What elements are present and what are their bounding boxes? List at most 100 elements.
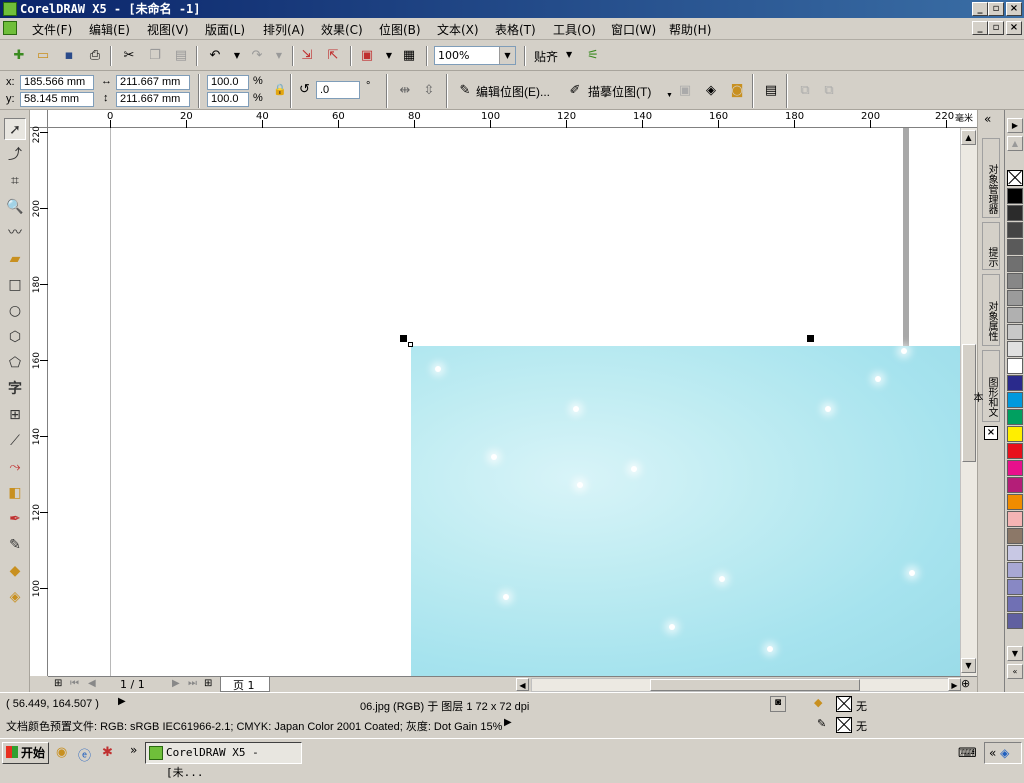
scroll-up-icon[interactable]: ▲ bbox=[961, 130, 976, 145]
horizontal-scroll-thumb[interactable] bbox=[650, 679, 860, 691]
color-swatch[interactable] bbox=[1007, 579, 1023, 595]
lock-ratio-icon[interactable]: 🔒 bbox=[273, 83, 287, 96]
width-field[interactable]: 211.667 mm bbox=[116, 75, 190, 90]
horizontal-scrollbar[interactable] bbox=[531, 678, 949, 692]
bitmap-image[interactable] bbox=[411, 346, 960, 676]
color-swatch[interactable] bbox=[1007, 392, 1023, 408]
menu-bitmaps[interactable]: 位图(B) bbox=[379, 21, 421, 38]
docker-tab-object-manager[interactable]: 对象管理器 bbox=[982, 138, 1000, 218]
docker-tab-hints[interactable]: 提示 bbox=[982, 222, 1000, 270]
dimension-tool-icon[interactable]: ⟋ bbox=[4, 430, 26, 452]
table-tool-icon[interactable]: ⊞ bbox=[4, 404, 26, 426]
rectangle-tool-icon[interactable]: □ bbox=[4, 274, 26, 296]
mirror-vertical-icon[interactable]: ⇳ bbox=[418, 80, 440, 102]
interactive-fill-tool-icon[interactable]: ◈ bbox=[4, 586, 26, 608]
x-position-field[interactable]: 185.566 mm bbox=[20, 75, 94, 90]
docker-close-icon[interactable]: × bbox=[984, 426, 998, 440]
docker-tab-graphics-text[interactable]: 图形和文本 bbox=[971, 350, 1000, 422]
page-tab[interactable]: 页 1 bbox=[220, 677, 270, 692]
wrap-text-icon[interactable]: ▤ bbox=[760, 80, 782, 102]
polygon-tool-icon[interactable]: ⬡ bbox=[4, 326, 26, 348]
palette-menu-icon[interactable]: ▶ bbox=[1007, 118, 1023, 133]
redo-icon[interactable]: ↷ bbox=[246, 45, 268, 67]
next-page-icon[interactable]: ▶ bbox=[172, 678, 180, 689]
color-swatch[interactable] bbox=[1007, 222, 1023, 238]
selection-handle-top-middle[interactable] bbox=[807, 335, 814, 342]
zoom-level-select[interactable]: 100% ▼ bbox=[434, 46, 516, 65]
redo-dropdown-icon[interactable]: ▼ bbox=[268, 45, 290, 67]
menu-table[interactable]: 表格(T) bbox=[495, 21, 536, 38]
shape-tool-icon[interactable]: ⤴ bbox=[4, 144, 26, 166]
snap-to-label[interactable]: 贴齐 bbox=[534, 48, 558, 65]
crop-tool-icon[interactable]: ⌗ bbox=[4, 170, 26, 192]
color-swatch[interactable] bbox=[1007, 409, 1023, 425]
fill-none-swatch[interactable] bbox=[836, 696, 852, 712]
color-swatch[interactable] bbox=[1007, 596, 1023, 612]
resample-icon[interactable]: ◈ bbox=[700, 80, 722, 102]
color-swatch[interactable] bbox=[1007, 188, 1023, 204]
color-swatch[interactable] bbox=[1007, 528, 1023, 544]
ellipse-tool-icon[interactable]: ○ bbox=[4, 300, 26, 322]
color-proof-icon[interactable]: ◙ bbox=[770, 696, 786, 712]
start-button[interactable]: 开始 bbox=[2, 742, 49, 764]
horizontal-ruler[interactable]: 0 20 40 60 80 100 120 140 160 180 200 22… bbox=[48, 110, 977, 128]
height-field[interactable]: 211.667 mm bbox=[116, 92, 190, 107]
scroll-left-icon[interactable]: ◀ bbox=[516, 678, 529, 691]
print-icon[interactable]: ⎙ bbox=[84, 45, 106, 67]
blend-tool-icon[interactable]: ◧ bbox=[4, 482, 26, 504]
copy-icon[interactable]: ❐ bbox=[144, 45, 166, 67]
last-page-icon[interactable]: ⏭ bbox=[188, 678, 197, 689]
taskbar-coreldraw-button[interactable]: CorelDRAW X5 - [未... bbox=[145, 742, 302, 779]
doc-restore-button[interactable]: ▫ bbox=[988, 21, 1004, 35]
color-swatch[interactable] bbox=[1007, 205, 1023, 221]
crop-bitmap-icon[interactable]: ▣ bbox=[674, 80, 696, 102]
eyedropper-tool-icon[interactable]: ✒ bbox=[4, 508, 26, 530]
docker-tab-object-properties[interactable]: 对象属性 bbox=[982, 274, 1000, 346]
menu-view[interactable]: 视图(V) bbox=[147, 21, 189, 38]
to-front-icon[interactable]: ⧉ bbox=[794, 80, 816, 102]
cut-icon[interactable]: ✂ bbox=[118, 45, 140, 67]
undo-icon[interactable]: ↶ bbox=[204, 45, 226, 67]
close-button[interactable]: × bbox=[1006, 2, 1022, 16]
snap-dropdown-icon[interactable]: ▼ bbox=[566, 50, 572, 59]
application-launcher-icon[interactable]: ▣ bbox=[356, 45, 378, 67]
options-icon[interactable]: ⚟ bbox=[582, 45, 604, 67]
menu-arrange[interactable]: 排列(A) bbox=[263, 21, 305, 38]
basic-shapes-tool-icon[interactable]: ⬠ bbox=[4, 352, 26, 374]
chrome-icon[interactable]: ◉ bbox=[56, 745, 67, 760]
color-swatch[interactable] bbox=[1007, 256, 1023, 272]
outline-none-swatch[interactable] bbox=[836, 717, 852, 733]
open-icon[interactable]: ▭ bbox=[32, 45, 54, 67]
status-arrow-icon[interactable]: ▶ bbox=[118, 696, 126, 707]
mirror-horizontal-icon[interactable]: ⇹ bbox=[394, 80, 416, 102]
bitmap-color-mask-icon[interactable]: ◙ bbox=[726, 80, 748, 102]
welcome-screen-icon[interactable]: ▦ bbox=[398, 45, 420, 67]
fill-tool-icon[interactable]: ◆ bbox=[4, 560, 26, 582]
menu-effects[interactable]: 效果(C) bbox=[321, 21, 363, 38]
color-swatch[interactable] bbox=[1007, 307, 1023, 323]
color-swatch[interactable] bbox=[1007, 273, 1023, 289]
rotation-angle-field[interactable]: .0 bbox=[316, 81, 360, 99]
palette-scroll-down-icon[interactable]: ▼ bbox=[1007, 646, 1023, 661]
color-swatch[interactable] bbox=[1007, 375, 1023, 391]
color-profile-text[interactable]: 文档颜色预置文件: RGB: sRGB IEC61966-2.1; CMYK: … bbox=[6, 718, 502, 734]
rotation-center-handle[interactable] bbox=[408, 342, 413, 347]
scale-width-field[interactable]: 100.0 bbox=[207, 75, 249, 90]
selection-handle-top-left[interactable] bbox=[400, 335, 407, 342]
menu-layout[interactable]: 版面(L) bbox=[205, 21, 245, 38]
color-swatch[interactable] bbox=[1007, 494, 1023, 510]
menu-window[interactable]: 窗口(W) bbox=[611, 21, 656, 38]
to-back-icon[interactable]: ⧉ bbox=[818, 80, 840, 102]
palette-scroll-up-icon[interactable]: ▲ bbox=[1007, 136, 1023, 151]
vertical-scrollbar[interactable]: ▲ ▼ bbox=[960, 128, 977, 676]
outline-pen-tool-icon[interactable]: ✎ bbox=[4, 534, 26, 556]
trace-dropdown-icon[interactable]: ▼ bbox=[666, 92, 673, 99]
zoom-tool-icon[interactable]: 🔍 bbox=[4, 196, 26, 218]
add-page-after-icon[interactable]: ⊞ bbox=[204, 678, 212, 689]
doc-minimize-button[interactable]: _ bbox=[972, 21, 988, 35]
color-swatch[interactable] bbox=[1007, 324, 1023, 340]
color-swatch[interactable] bbox=[1007, 358, 1023, 374]
menu-help[interactable]: 帮助(H) bbox=[669, 21, 711, 38]
color-swatch[interactable] bbox=[1007, 613, 1023, 629]
maximize-button[interactable]: ▫ bbox=[988, 2, 1004, 16]
